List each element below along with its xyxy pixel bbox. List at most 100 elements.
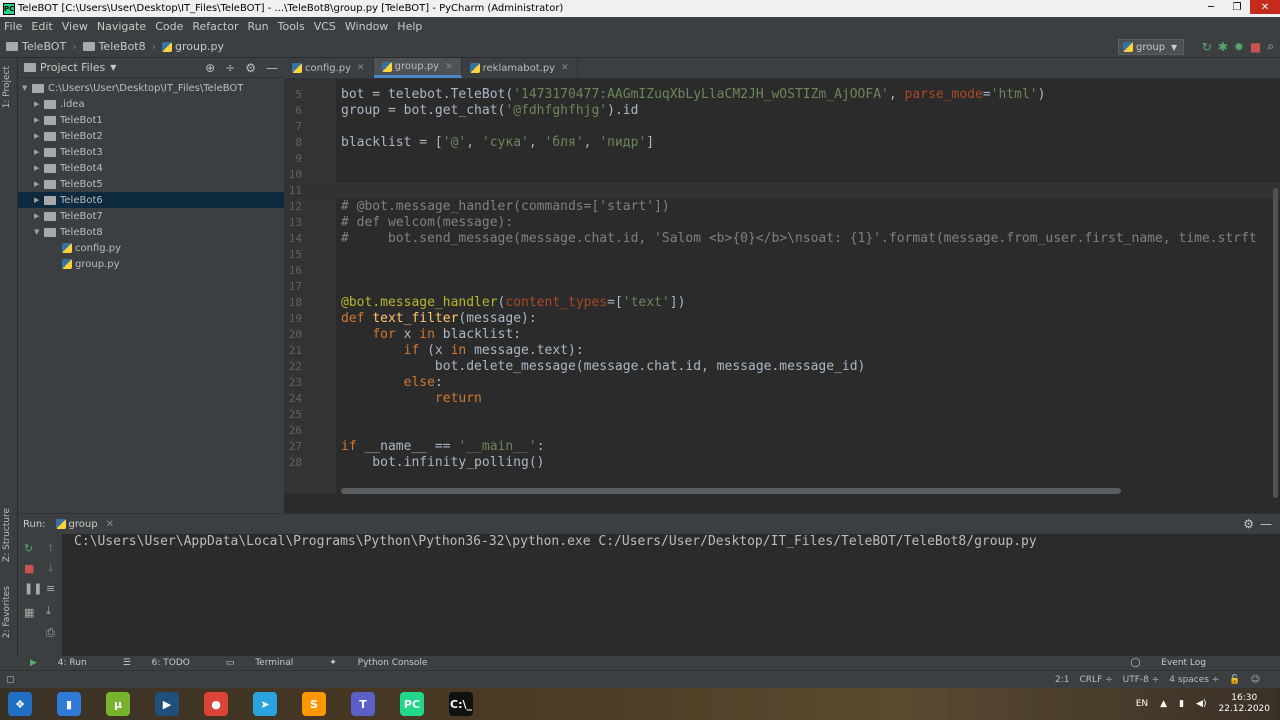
code-line[interactable]: 9 <box>284 151 1280 167</box>
taskbar-telegram-button[interactable]: ➤ <box>245 688 285 720</box>
rerun-icon[interactable]: ↻ <box>24 542 33 555</box>
tree-folder-telebot6[interactable]: ▶ TeleBot6 <box>18 192 284 208</box>
code-line[interactable]: 26 <box>284 423 1280 439</box>
run-tab-group[interactable]: group ✕ <box>55 519 114 530</box>
tray-arrow-icon[interactable]: ▲ <box>1160 699 1167 709</box>
code-line[interactable]: 24 return <box>284 391 1280 407</box>
locate-icon[interactable]: ⊕ <box>205 61 215 75</box>
coverage-icon[interactable]: ✸ <box>1234 40 1244 54</box>
gear-icon[interactable]: ⚙ <box>245 61 256 75</box>
code-line[interactable]: 15 <box>284 247 1280 263</box>
collapse-arrow-icon[interactable]: ▶ <box>34 148 44 156</box>
tool-run-button[interactable]: ▶ 4: Run <box>30 658 105 668</box>
project-panel-title[interactable]: Project Files <box>40 61 105 74</box>
favorites-tool-tab[interactable]: 2: Favorites <box>2 586 12 638</box>
minimize-button[interactable]: ─ <box>1198 0 1224 14</box>
tool-terminal-button[interactable]: ▭ Terminal <box>226 658 311 668</box>
code-line[interactable]: 23 else: <box>284 375 1280 391</box>
menu-vcs[interactable]: VCS <box>314 20 336 33</box>
vertical-scrollbar[interactable] <box>1273 188 1278 498</box>
code-line[interactable]: 7 <box>284 119 1280 135</box>
line-separator[interactable]: CRLF ÷ <box>1080 675 1113 685</box>
pause-icon[interactable]: ❚❚ <box>24 582 42 595</box>
tree-folder-telebot5[interactable]: ▶ TeleBot5 <box>18 176 284 192</box>
caret-position[interactable]: 2:1 <box>1055 675 1069 685</box>
close-tab-icon[interactable]: ✕ <box>561 63 569 73</box>
taskbar-sublime-button[interactable]: S <box>294 688 334 720</box>
taskbar-teams-button[interactable]: T <box>343 688 383 720</box>
collapse-arrow-icon[interactable]: ▶ <box>34 164 44 172</box>
tree-folder-telebot3[interactable]: ▶ TeleBot3 <box>18 144 284 160</box>
search-icon[interactable]: ⌕ <box>1267 39 1274 54</box>
gear-icon[interactable]: ⚙ <box>1243 517 1254 531</box>
code-line[interactable]: 12 # @bot.message_handler(commands=['star… <box>284 199 1280 215</box>
scroll-to-end-icon[interactable]: ⤓ <box>46 604 51 618</box>
code-line[interactable]: 13 # def welcom(message): <box>284 215 1280 231</box>
code-line[interactable]: 14 # bot.send_message(message.chat.id, 'S… <box>284 231 1280 247</box>
code-text[interactable]: else: <box>341 375 443 391</box>
volume-icon[interactable]: ◀) <box>1196 699 1206 709</box>
arrow-down-icon[interactable]: ↓ <box>46 562 55 575</box>
close-tab-icon[interactable]: ✕ <box>357 63 365 73</box>
menu-view[interactable]: View <box>62 20 88 33</box>
code-line[interactable]: 21 if (x in message.text): <box>284 343 1280 359</box>
code-area[interactable]: 5 bot = telebot.TeleBot('1473170477:AAGmI… <box>284 79 1280 493</box>
tree-folder-telebot4[interactable]: ▶ TeleBot4 <box>18 160 284 176</box>
tab-config-py[interactable]: config.py ✕ <box>284 58 374 78</box>
tree-folder-telebot2[interactable]: ▶ TeleBot2 <box>18 128 284 144</box>
menu-file[interactable]: File <box>4 20 22 33</box>
code-text[interactable]: bot.delete_message(message.chat.id, mess… <box>341 359 865 375</box>
maximize-button[interactable]: ❐ <box>1224 0 1250 14</box>
language-indicator[interactable]: EN <box>1136 699 1148 709</box>
lock-icon[interactable]: 🔓 <box>1229 675 1240 685</box>
event-log-button[interactable]: ◯ Event Log <box>1130 658 1224 668</box>
tree-folder-telebot8[interactable]: ▼ TeleBot8 <box>18 224 284 240</box>
clock[interactable]: 16:30 22.12.2020 <box>1218 693 1270 715</box>
breadcrumb-folder[interactable]: TeleBot8 › <box>82 40 156 53</box>
taskbar-explorer-button[interactable]: ▮ <box>49 688 89 720</box>
collapse-arrow-icon[interactable]: ▶ <box>34 180 44 188</box>
taskbar-chrome-button[interactable]: ● <box>196 688 236 720</box>
taskbar-pycharm-button[interactable]: PC <box>392 688 432 720</box>
hide-icon[interactable]: — <box>266 61 278 75</box>
menu-run[interactable]: Run <box>248 20 269 33</box>
inspector-icon[interactable]: ☺ <box>1251 675 1260 685</box>
breadcrumb-file[interactable]: group.py <box>162 40 224 53</box>
status-square-icon[interactable]: ▢ <box>6 675 15 685</box>
close-button[interactable]: ✕ <box>1250 0 1280 14</box>
taskbar-cmd-button[interactable]: C:\_ <box>441 688 481 720</box>
code-line[interactable]: 19 def text_filter(message): <box>284 311 1280 327</box>
chevron-down-icon[interactable]: ▼ <box>110 63 116 72</box>
file-encoding[interactable]: UTF-8 ÷ <box>1123 675 1160 685</box>
code-line[interactable]: 28 bot.infinity_polling() <box>284 455 1280 471</box>
code-text[interactable]: def text_filter(message): <box>341 311 537 327</box>
code-line[interactable]: 5 bot = telebot.TeleBot('1473170477:AAGmI… <box>284 87 1280 103</box>
menu-navigate[interactable]: Navigate <box>97 20 146 33</box>
collapse-arrow-icon[interactable]: ▶ <box>34 132 44 140</box>
code-line[interactable]: 25 <box>284 407 1280 423</box>
breadcrumb-root[interactable]: TeleBOT › <box>6 40 77 53</box>
code-line[interactable]: 10 <box>284 167 1280 183</box>
menu-code[interactable]: Code <box>155 20 183 33</box>
collapse-arrow-icon[interactable]: ▶ <box>34 116 44 124</box>
hide-panel-icon[interactable]: — <box>1260 517 1272 531</box>
soft-wrap-icon[interactable]: ≡ <box>46 582 55 595</box>
expand-arrow-icon[interactable]: ▼ <box>34 228 44 236</box>
code-line[interactable]: 17 <box>284 279 1280 295</box>
taskbar-start-button[interactable]: ❖ <box>0 688 40 720</box>
code-text[interactable]: @bot.message_handler(content_types=['tex… <box>341 295 685 311</box>
code-text[interactable]: blacklist = ['@', 'сука', 'бля', 'пидр'] <box>341 135 654 151</box>
code-line[interactable]: 22 bot.delete_message(message.chat.id, m… <box>284 359 1280 375</box>
collapse-icon[interactable]: ÷ <box>225 61 235 75</box>
collapse-arrow-icon[interactable]: ▶ <box>34 212 44 220</box>
code-line[interactable]: 27 if __name__ == '__main__': <box>284 439 1280 455</box>
stop-icon[interactable]: ■ <box>24 562 34 575</box>
network-icon[interactable]: ▮ <box>1179 699 1184 709</box>
taskbar-media-button[interactable]: ▶ <box>147 688 187 720</box>
tree-folder-telebot1[interactable]: ▶ TeleBot1 <box>18 112 284 128</box>
arrow-up-icon[interactable]: ↑ <box>46 542 55 555</box>
code-text[interactable]: if (x in message.text): <box>341 343 584 359</box>
menu-refactor[interactable]: Refactor <box>192 20 238 33</box>
horizontal-scrollbar[interactable] <box>341 488 1121 494</box>
run-config-select[interactable]: group ▼ <box>1118 39 1184 55</box>
